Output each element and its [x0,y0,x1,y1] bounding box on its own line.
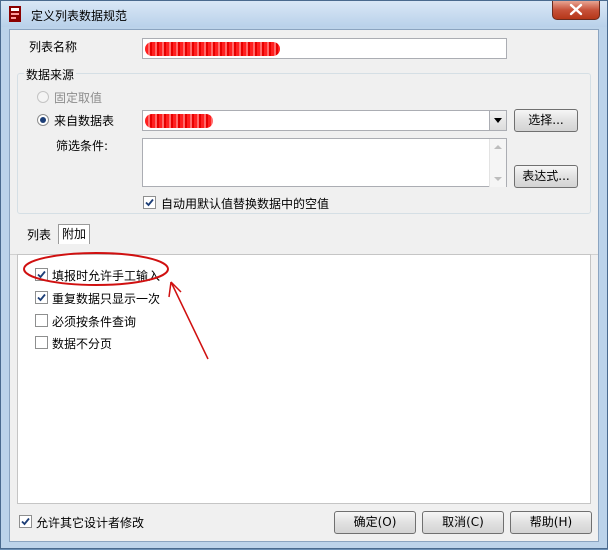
redacted-value [145,42,280,56]
checkmark-icon [145,198,154,207]
auto-default-checkbox[interactable] [143,196,156,209]
option-label-require-condition: 必须按条件查询 [52,315,137,329]
select-button[interactable]: 选择... [514,109,578,132]
chevron-down-icon[interactable] [489,111,506,130]
close-button[interactable] [552,1,600,20]
checkmark-icon [37,270,46,279]
fixed-value-label: 固定取值 [54,91,103,105]
option-label-no-paging: 数据不分页 [52,337,113,351]
checkmark-icon [37,293,46,302]
extra-tab-panel: 填报时允许手工输入 重复数据只显示一次 必须按条件查询 数据不分页 [17,254,591,504]
option-checkbox-dedupe[interactable] [35,291,48,304]
data-table-select[interactable] [142,110,507,131]
ok-button[interactable]: 确定(O) [334,511,416,534]
close-icon [569,3,583,16]
title-bar[interactable]: 定义列表数据规范 [1,1,607,27]
tab-list[interactable]: 列表 [24,226,54,244]
cancel-button[interactable]: 取消(C) [422,511,504,534]
expression-button[interactable]: 表达式... [514,165,578,188]
dialog-client-area: 列表名称 数据来源 固定取值 来自数据表 选择... 筛选条件: 表达式... … [9,29,599,542]
option-checkbox-manual-input[interactable] [35,268,48,281]
from-table-radio[interactable] [37,114,49,126]
option-label-manual-input: 填报时允许手工输入 [52,269,161,283]
list-name-label: 列表名称 [29,40,78,54]
filter-label: 筛选条件: [56,139,109,153]
help-button[interactable]: 帮助(H) [510,511,592,534]
allow-modify-label: 允许其它设计者修改 [36,516,145,530]
option-label-dedupe: 重复数据只显示一次 [52,292,161,306]
window-title: 定义列表数据规范 [31,9,128,23]
option-checkbox-no-paging[interactable] [35,336,48,349]
redacted-table [145,114,213,128]
fixed-value-radio[interactable] [37,91,49,103]
app-icon [9,6,21,22]
allow-modify-checkbox[interactable] [19,515,32,528]
filter-textarea[interactable] [142,138,507,187]
scroll-up-icon[interactable] [494,145,502,149]
data-source-group-title: 数据来源 [24,66,77,83]
auto-default-label: 自动用默认值替换数据中的空值 [161,197,330,211]
from-table-label: 来自数据表 [54,114,115,128]
scroll-down-icon[interactable] [494,177,502,181]
tab-extra[interactable]: 附加 [58,224,91,244]
dialog-window: 定义列表数据规范 列表名称 数据来源 固定取值 来自数据表 选择... 筛选条件… [0,0,608,549]
vertical-scrollbar[interactable] [489,139,506,187]
option-checkbox-require-condition[interactable] [35,314,48,327]
checkmark-icon [21,517,30,526]
list-name-input[interactable] [142,38,507,59]
